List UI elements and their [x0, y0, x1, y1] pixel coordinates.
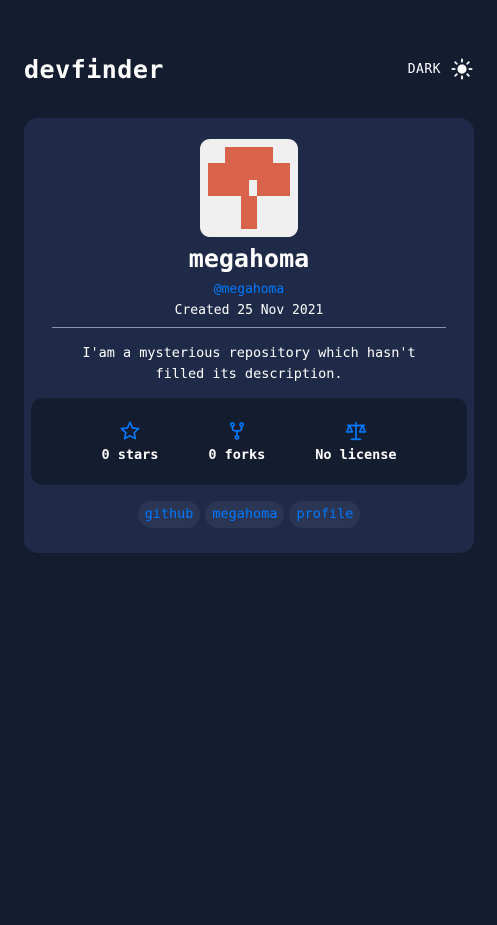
profile-card: megahoma @megahoma Created 25 Nov 2021 I… [24, 118, 474, 553]
theme-toggle-label[interactable]: DARK [408, 62, 441, 77]
profile-handle-link[interactable]: @megahoma [24, 282, 474, 297]
avatar [200, 139, 298, 237]
stat-license: No license [315, 398, 397, 485]
tag-github[interactable]: github [137, 501, 201, 528]
app-title: devfinder [24, 54, 164, 84]
sun-icon[interactable] [451, 58, 473, 80]
profile-description: I'am a mysterious repository which hasn'… [82, 345, 416, 382]
stat-stars: 0 stars [101, 398, 158, 485]
theme-toggle[interactable]: DARK [408, 58, 473, 80]
divider [52, 327, 446, 328]
app-header: devfinder DARK [24, 52, 473, 86]
stat-label: 0 stars [101, 447, 159, 463]
tag-profile[interactable]: profile [289, 501, 361, 528]
profile-name: megahoma [188, 244, 310, 273]
created-date: Created 25 Nov 2021 [174, 303, 324, 318]
stats-panel: 0 stars 0 forks No license [31, 398, 467, 485]
stat-label: 0 forks [208, 447, 266, 463]
tag-megahoma[interactable]: megahoma [205, 501, 285, 528]
topic-tags: github megahoma profile [24, 501, 474, 528]
scale-icon [345, 421, 366, 441]
fork-icon [229, 422, 244, 440]
stat-label: No license [315, 447, 397, 463]
stat-forks: 0 forks [208, 398, 265, 485]
star-icon [120, 421, 140, 440]
identicon-image [208, 147, 290, 229]
